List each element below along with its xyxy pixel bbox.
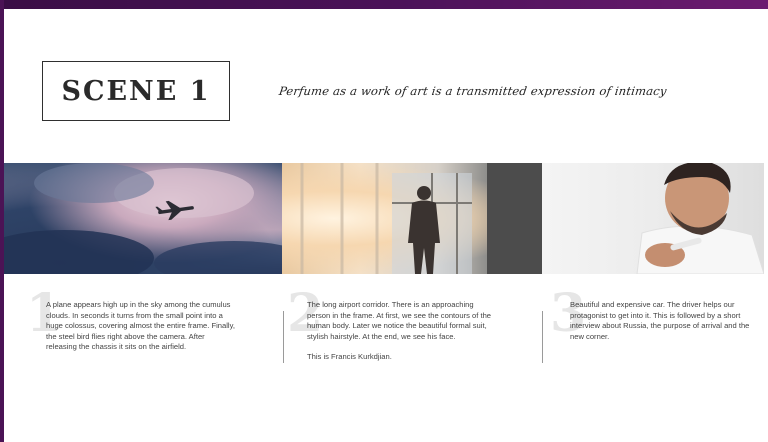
description-column-2: 2 The long airport corridor. There is an… xyxy=(287,288,497,363)
sky-scene-art xyxy=(4,163,282,274)
handwritten-tagline: Perfume as a work of art is a transmitte… xyxy=(278,84,668,98)
description-column-3: 3 Beautiful and expensive car. The drive… xyxy=(550,288,760,342)
column-divider xyxy=(542,311,543,363)
column-divider xyxy=(283,311,284,363)
window-top-border xyxy=(0,0,768,9)
man-shaving-photo xyxy=(542,163,764,274)
man-portrait-icon xyxy=(636,163,764,274)
scene-title: SCENE 1 xyxy=(61,75,211,107)
description-text: Beautiful and expensive car. The driver … xyxy=(570,300,750,341)
scene-title-box: SCENE 1 xyxy=(42,61,230,121)
description-text: The long airport corridor. There is an a… xyxy=(307,300,492,341)
airport-corridor-photo xyxy=(282,163,542,274)
corridor-scene-art xyxy=(300,163,542,274)
photo-strip xyxy=(4,163,764,274)
plane-in-sky-photo xyxy=(4,163,282,274)
description-text: A plane appears high up in the sky among… xyxy=(46,300,235,352)
description-column-1: 1 A plane appears high up in the sky amo… xyxy=(26,288,236,353)
man-scene-art xyxy=(636,163,764,274)
description-text-secondary: This is Francis Kurkdjian. xyxy=(307,352,392,362)
